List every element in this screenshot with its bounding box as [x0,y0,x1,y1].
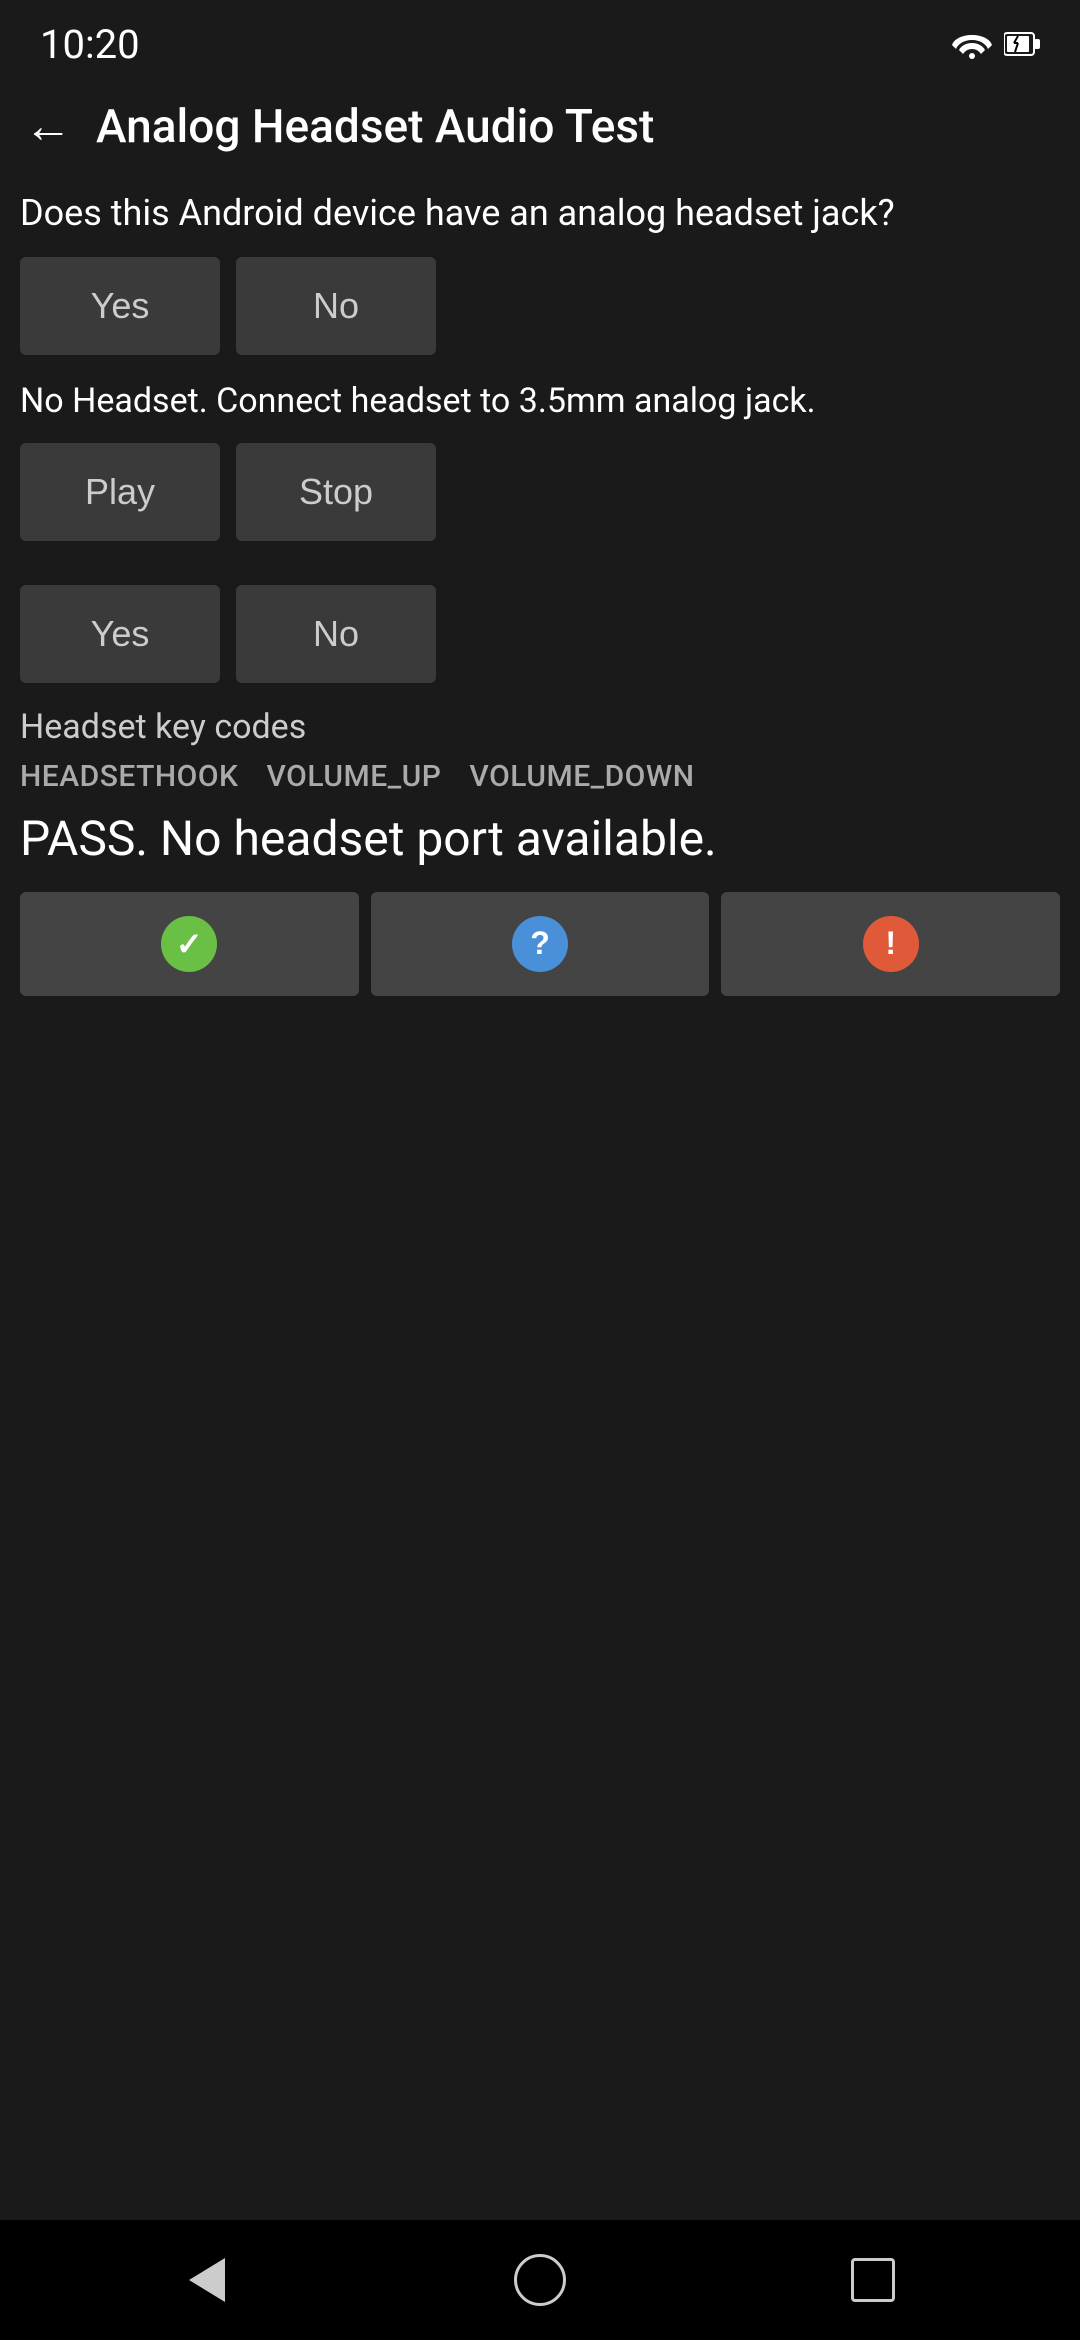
no-button-1[interactable]: No [236,257,436,355]
result-row: ✓ ? ! [20,892,1060,996]
yes-no-row-2: Yes No [20,585,1060,683]
nav-home-button[interactable] [500,2250,580,2310]
play-button[interactable]: Play [20,443,220,541]
pass-text: PASS. No headset port available. [20,810,1060,868]
yes-no-row-1: Yes No [20,257,1060,355]
key-codes-label: Headset key codes [20,707,1060,747]
pass-button[interactable]: ✓ [20,892,359,996]
back-button[interactable]: ← [24,103,72,151]
nav-back-button[interactable] [167,2250,247,2310]
pass-icon: ✓ [161,916,217,972]
app-bar: ← Analog Headset Audio Test [0,80,1080,174]
nav-home-icon [514,2254,566,2306]
app-title: Analog Headset Audio Test [96,100,654,154]
question-icon: ? [512,916,568,972]
status-time: 10:20 [40,21,140,68]
wifi-icon [952,29,992,59]
stop-button[interactable]: Stop [236,443,436,541]
nav-recents-button[interactable] [833,2250,913,2310]
key-codes-row: HEADSETHOOK VOLUME_UP VOLUME_DOWN [20,759,1060,794]
headset-question: Does this Android device have an analog … [20,190,1060,237]
nav-back-icon [189,2258,225,2302]
key-code-volume-up: VOLUME_UP [266,759,441,794]
no-button-2[interactable]: No [236,585,436,683]
status-icons [952,29,1040,59]
status-bar: 10:20 [0,0,1080,80]
key-code-headsethook: HEADSETHOOK [20,759,238,794]
battery-icon [1004,29,1040,59]
nav-bar [0,2220,1080,2340]
key-code-volume-down: VOLUME_DOWN [469,759,694,794]
nav-recents-icon [851,2258,895,2302]
yes-button-1[interactable]: Yes [20,257,220,355]
yes-button-2[interactable]: Yes [20,585,220,683]
fail-button[interactable]: ! [721,892,1060,996]
info-text: No Headset. Connect headset to 3.5mm ana… [20,379,1060,423]
alert-icon: ! [863,916,919,972]
info-button[interactable]: ? [371,892,710,996]
main-content: Does this Android device have an analog … [0,174,1080,2220]
play-stop-row: Play Stop [20,443,1060,541]
